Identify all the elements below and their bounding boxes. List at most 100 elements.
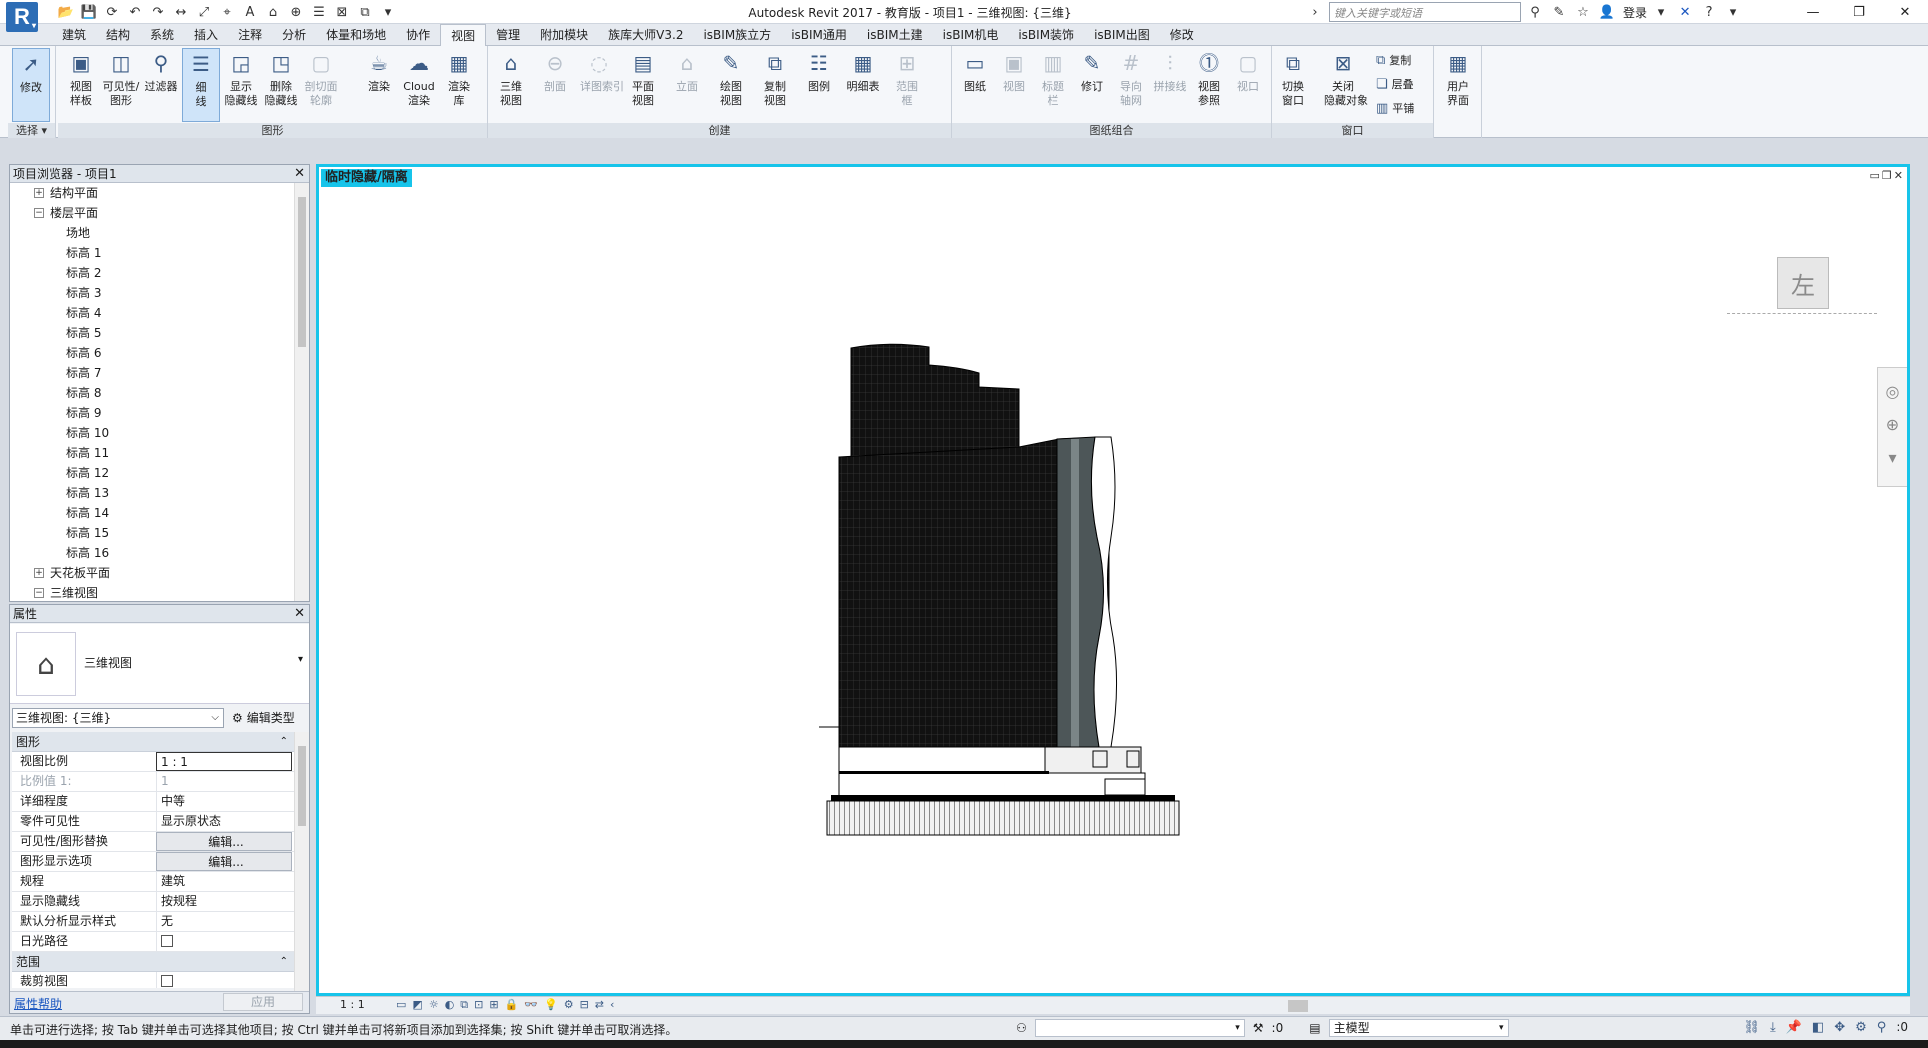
filter-icon[interactable]: ⚲ (1877, 1020, 1887, 1035)
login-button[interactable]: 登录 (1623, 4, 1647, 21)
close-icon[interactable]: ✕ (294, 165, 305, 183)
tab-6[interactable]: 体量和场地 (316, 24, 396, 46)
filter-button[interactable]: ⚲ 过滤器 (142, 48, 180, 122)
duplicate-view-button[interactable]: ⧉ 复制 视图 (756, 48, 794, 122)
user-icon[interactable]: 👤 (1597, 3, 1617, 21)
tree-item[interactable]: 标高 15 (10, 523, 296, 543)
view-reference-button[interactable]: ⓵ 视图 参照 (1190, 48, 1228, 122)
tree-item[interactable]: 标高 11 (10, 443, 296, 463)
collapse-icon[interactable]: − (34, 588, 44, 598)
expand-icon[interactable]: + (34, 568, 44, 578)
workset-selector[interactable]: ▾ (1034, 1019, 1245, 1037)
show-crop-icon[interactable]: ⊞ (489, 998, 498, 1012)
section-button[interactable]: ⊖ 剖面 (536, 48, 574, 122)
close-hidden-button[interactable]: ⊠ 关闭 隐藏对象 (1324, 48, 1368, 122)
property-section[interactable]: 范围 ⌃ (12, 952, 294, 972)
detail-level-icon[interactable]: ▭ (396, 998, 406, 1012)
viewcube-compass-ring[interactable] (1727, 313, 1877, 319)
property-value[interactable]: 无 (156, 912, 292, 931)
lock-view-icon[interactable]: 🔒 (505, 998, 519, 1012)
tab-12[interactable]: isBIM族立方 (693, 24, 781, 46)
callout-button[interactable]: ◌ 详图索引 (580, 48, 624, 122)
default-3d-icon[interactable]: ⌂ (263, 3, 283, 21)
tab-4[interactable]: 注释 (228, 24, 272, 46)
tree-item[interactable]: 标高 1 (10, 243, 296, 263)
collapse-icon[interactable]: ⌃ (280, 732, 288, 752)
cloud-render-button[interactable]: ☁ Cloud 渲染 (400, 48, 438, 122)
matchline-button[interactable]: ⫶ 拼接线 (1151, 48, 1189, 122)
steering-wheel-icon[interactable]: ◎ (1878, 382, 1907, 401)
title-block-button[interactable]: ▥ 标题 栏 (1034, 48, 1072, 122)
checkbox[interactable] (161, 935, 173, 947)
open-icon[interactable]: 📂 (56, 3, 76, 21)
tree-item[interactable]: 标高 12 (10, 463, 296, 483)
temporary-view-properties-icon[interactable]: ⚙ (564, 998, 574, 1012)
customize-qat-icon[interactable]: ▾ (378, 3, 398, 21)
collapse-icon[interactable]: ⌃ (280, 952, 288, 972)
undo-icon[interactable]: ↶ (125, 3, 145, 21)
tab-8[interactable]: 视图 (440, 24, 487, 47)
select-underlay-icon[interactable]: ⤓ (1770, 1020, 1776, 1035)
properties-scrollbar[interactable] (294, 732, 309, 991)
switch-windows-icon[interactable]: ⧉ (355, 3, 375, 21)
collapse-icon[interactable]: − (34, 208, 44, 218)
view-scale[interactable]: 1 : 1 (340, 998, 365, 1011)
user-interface-button[interactable]: ▦ 用户 界面 (1439, 48, 1477, 122)
tree-item[interactable]: 标高 16 (10, 543, 296, 563)
highlight-displacement-icon[interactable]: ⇄ (595, 998, 604, 1012)
replicate-button[interactable]: ⧉ 复制 (1376, 50, 1411, 70)
elevation-button[interactable]: ⌂ 立面 (668, 48, 706, 122)
expand-icon[interactable]: + (34, 188, 44, 198)
redo-icon[interactable]: ↷ (148, 3, 168, 21)
tree-item[interactable]: 标高 2 (10, 263, 296, 283)
tab-14[interactable]: isBIM土建 (857, 24, 933, 46)
legend-button[interactable]: ☷ 图例 (800, 48, 838, 122)
thin-lines-qat-icon[interactable]: ☰ (309, 3, 329, 21)
close-windows-icon[interactable]: ⊠ (332, 3, 352, 21)
chevron-down-icon[interactable]: ▾ (298, 654, 303, 665)
apply-button[interactable]: 应用 (223, 993, 303, 1011)
tab-5[interactable]: 分析 (272, 24, 316, 46)
remove-hidden-button[interactable]: ◳ 删除 隐藏线 (262, 48, 300, 122)
tree-item[interactable]: 标高 8 (10, 383, 296, 403)
property-checkbox[interactable] (156, 932, 292, 951)
render-dialog-icon[interactable]: ⧉ (460, 998, 468, 1012)
tab-10[interactable]: 附加模块 (530, 24, 598, 46)
select-by-face-icon[interactable]: ◧ (1812, 1020, 1824, 1035)
drag-elements-icon[interactable]: ✥ (1834, 1020, 1845, 1035)
background-process-icon[interactable]: ⚙ (1855, 1020, 1867, 1035)
tile-button[interactable]: ▥ 平铺 (1376, 98, 1414, 118)
tree-item[interactable]: 标高 7 (10, 363, 296, 383)
chevron-right-icon[interactable]: › (1305, 3, 1325, 21)
property-section[interactable]: 图形 ⌃ (12, 732, 294, 752)
browser-scrollbar[interactable] (294, 183, 309, 601)
close-icon[interactable]: ✕ (1882, 0, 1928, 24)
view-template-button[interactable]: ▣ 视图 样板 (62, 48, 100, 122)
cascade-button[interactable]: ❏ 层叠 (1376, 74, 1414, 94)
instance-selector[interactable]: 三维视图: {三维} ⌵ (12, 708, 224, 728)
visibility-button[interactable]: ◫ 可见性/ 图形 (102, 48, 140, 122)
chevron-left-icon[interactable]: ‹ (610, 998, 614, 1012)
place-view-button[interactable]: ▣ 视图 (995, 48, 1033, 122)
horizontal-scrollbar[interactable] (1288, 1000, 1308, 1012)
minimize-icon[interactable]: — (1790, 0, 1836, 24)
tree-item[interactable]: 标高 5 (10, 323, 296, 343)
render-gallery-button[interactable]: ▦ 渲染 库 (440, 48, 478, 122)
viewport-button[interactable]: ▢ 视口 (1229, 48, 1267, 122)
editing-requests-icon[interactable]: ⚒ (1253, 1021, 1264, 1035)
modify-button[interactable]: ➚ 修改 (12, 48, 50, 122)
tab-9[interactable]: 管理 (486, 24, 530, 46)
tag-icon[interactable]: ⌖ (217, 3, 237, 21)
tab-2[interactable]: 系统 (140, 24, 184, 46)
favorites-star-icon[interactable]: ☆ (1573, 3, 1593, 21)
viewcube[interactable]: 左 (1777, 257, 1829, 309)
select-group-title[interactable]: 选择 ▾ (8, 123, 55, 138)
tree-item[interactable]: − 三维视图 (10, 583, 296, 601)
thin-lines-button[interactable]: ☰ 细 线 (182, 48, 220, 122)
measure-icon[interactable]: ↔ (171, 3, 191, 21)
reveal-hidden-icon[interactable]: 💡 (544, 998, 558, 1012)
edit-type-button[interactable]: ⚙ 编辑类型 (232, 708, 295, 728)
sheet-button[interactable]: ▭ 图纸 (956, 48, 994, 122)
tree-item[interactable]: 标高 9 (10, 403, 296, 423)
tree-item[interactable]: 标高 10 (10, 423, 296, 443)
